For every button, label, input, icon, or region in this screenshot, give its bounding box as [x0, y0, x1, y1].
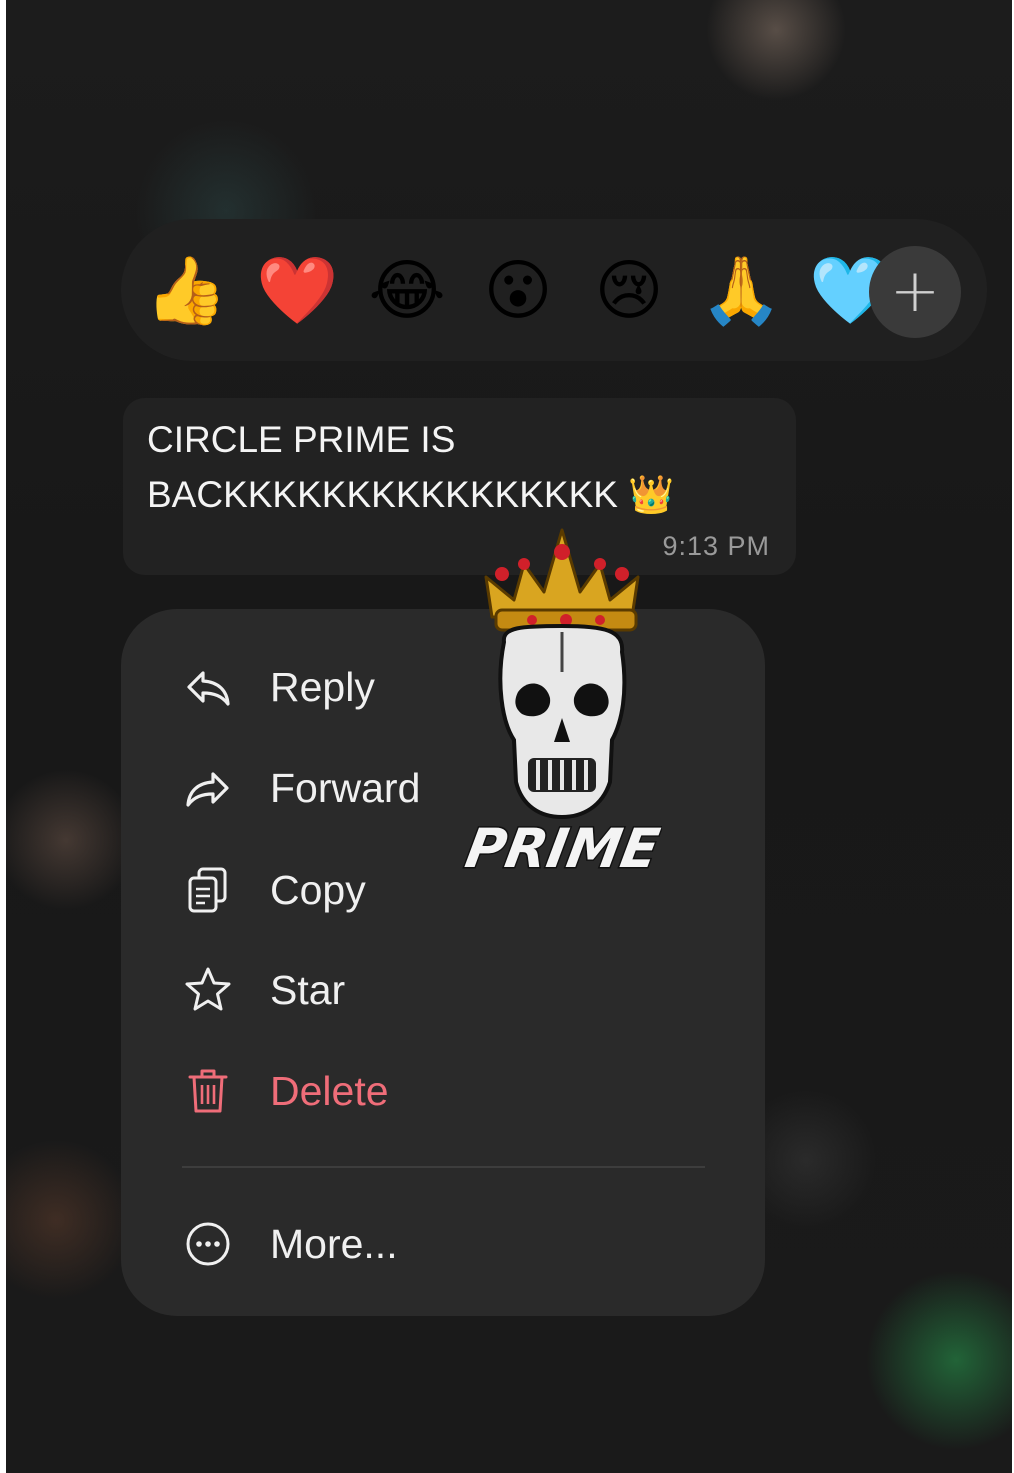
menu-item-delete[interactable]: Delete — [121, 1040, 765, 1140]
menu-divider — [182, 1166, 705, 1168]
message-timestamp: 9:13 PM — [662, 531, 770, 561]
reaction-open-mouth[interactable]: 😮 — [478, 251, 558, 331]
reaction-thumbs-up[interactable]: 👍 — [145, 251, 227, 331]
menu-item-copy[interactable]: Copy — [121, 839, 765, 939]
reaction-red-heart[interactable]: ❤️ — [256, 251, 338, 331]
reply-label: Reply — [270, 664, 375, 710]
copy-icon — [188, 867, 227, 913]
message-context-menu: Reply Forward Copy Star Delete More... — [121, 609, 765, 1316]
menu-item-more[interactable]: More... — [121, 1193, 765, 1293]
menu-item-reply[interactable]: Reply — [121, 636, 765, 736]
forward-label: Forward — [270, 765, 421, 811]
sticker-lettering: PRIME — [462, 816, 662, 880]
reply-icon — [187, 671, 230, 706]
trash-icon — [188, 1069, 228, 1113]
reaction-bar: 👍 ❤️ 😂 😮 😢 🙏 🩵 + — [121, 219, 987, 361]
reaction-crying-face[interactable]: 😢 — [589, 251, 669, 331]
more-label: More... — [270, 1221, 398, 1267]
message-bubble[interactable]: CIRCLE PRIME IS BACKKKKKKKKKKKKKKKK 👑 9:… — [123, 398, 796, 575]
copy-label: Copy — [270, 867, 366, 913]
message-text: CIRCLE PRIME IS BACKKKKKKKKKKKKKKKK 👑 — [147, 412, 787, 522]
star-label: Star — [270, 967, 346, 1013]
reaction-tears-of-joy[interactable]: 😂 — [367, 251, 447, 331]
add-reaction-button[interactable]: + — [869, 246, 961, 338]
forward-icon — [186, 772, 229, 807]
star-icon — [185, 967, 231, 1011]
message-line-2: BACKKKKKKKKKKKKKKKK 👑 — [147, 474, 675, 515]
crown-graphic — [484, 528, 640, 632]
menu-item-forward[interactable]: Forward — [121, 737, 765, 837]
more-icon — [186, 1222, 230, 1266]
plus-icon: + — [889, 256, 941, 326]
skull-graphic — [498, 623, 627, 820]
delete-label: Delete — [270, 1068, 389, 1114]
message-line-1: CIRCLE PRIME IS — [147, 419, 456, 460]
prime-skull-sticker: PRIME — [462, 528, 662, 881]
reaction-folded-hands[interactable]: 🙏 — [700, 251, 782, 331]
menu-item-star[interactable]: Star — [121, 939, 765, 1039]
